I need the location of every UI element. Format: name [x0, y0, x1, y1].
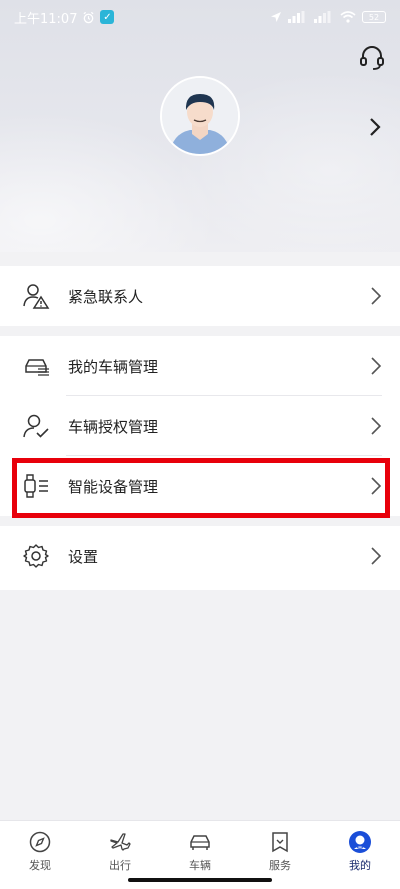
menu-item-vehicle-authorization[interactable]: 车辆授权管理 — [0, 396, 400, 456]
menu-item-emergency-contacts[interactable]: 紧急联系人 — [0, 266, 400, 326]
emergency-contact-icon — [23, 284, 50, 309]
gear-icon — [23, 544, 49, 568]
status-bar: 上午11:07 ✓ 52 — [0, 0, 400, 34]
chevron-right-icon — [371, 417, 382, 435]
authorized-user-icon — [23, 414, 49, 438]
chevron-right-icon — [371, 357, 382, 375]
menu-label: 智能设备管理 — [68, 477, 159, 496]
nav-item-discover[interactable]: 发现 — [0, 821, 80, 889]
nav-label: 我的 — [349, 859, 371, 872]
vehicle-icon — [25, 359, 49, 376]
menu-label: 紧急联系人 — [68, 287, 144, 306]
customer-service-icon[interactable] — [358, 44, 386, 72]
chevron-right-icon — [371, 547, 382, 565]
bookmark-icon — [272, 832, 288, 853]
signal-icon — [288, 11, 305, 23]
nav-item-mine[interactable]: 我的 — [320, 821, 400, 889]
user-avatar[interactable] — [160, 76, 240, 156]
menu-item-my-vehicles[interactable]: 我的车辆管理 — [0, 336, 400, 396]
menu-label: 我的车辆管理 — [68, 357, 159, 376]
profile-icon — [349, 831, 371, 853]
menu-item-smart-devices[interactable]: 智能设备管理 — [0, 456, 400, 516]
nav-label: 车辆 — [189, 859, 211, 872]
menu-item-settings[interactable]: 设置 — [0, 526, 400, 586]
battery-indicator: 52 — [362, 11, 386, 23]
menu-label: 车辆授权管理 — [68, 417, 159, 436]
nav-label: 服务 — [269, 859, 291, 872]
compass-icon — [29, 831, 51, 853]
signal-icon — [314, 11, 331, 23]
app-notification-icon: ✓ — [100, 10, 115, 24]
section-gap — [0, 516, 400, 526]
smartwatch-icon — [24, 474, 48, 498]
chevron-right-icon — [371, 477, 382, 495]
emergency-card: 紧急联系人 — [0, 266, 400, 326]
location-icon — [271, 12, 281, 22]
car-icon — [190, 835, 210, 850]
profile-chevron-icon[interactable] — [368, 116, 382, 138]
chevron-right-icon — [371, 287, 382, 305]
nav-label: 出行 — [109, 859, 131, 872]
profile-header: 上午11:07 ✓ 52 — [0, 0, 400, 252]
alarm-icon — [83, 11, 94, 23]
management-card: 我的车辆管理 车辆授权管理 智能设备管理 设置 — [0, 336, 400, 590]
airplane-icon — [110, 833, 131, 851]
home-indicator — [128, 878, 272, 882]
menu-label: 设置 — [68, 547, 99, 566]
status-time: 上午11:07 — [14, 11, 78, 27]
nav-label: 发现 — [29, 859, 51, 872]
avatar-person-icon — [162, 78, 238, 154]
wifi-icon — [340, 11, 356, 23]
